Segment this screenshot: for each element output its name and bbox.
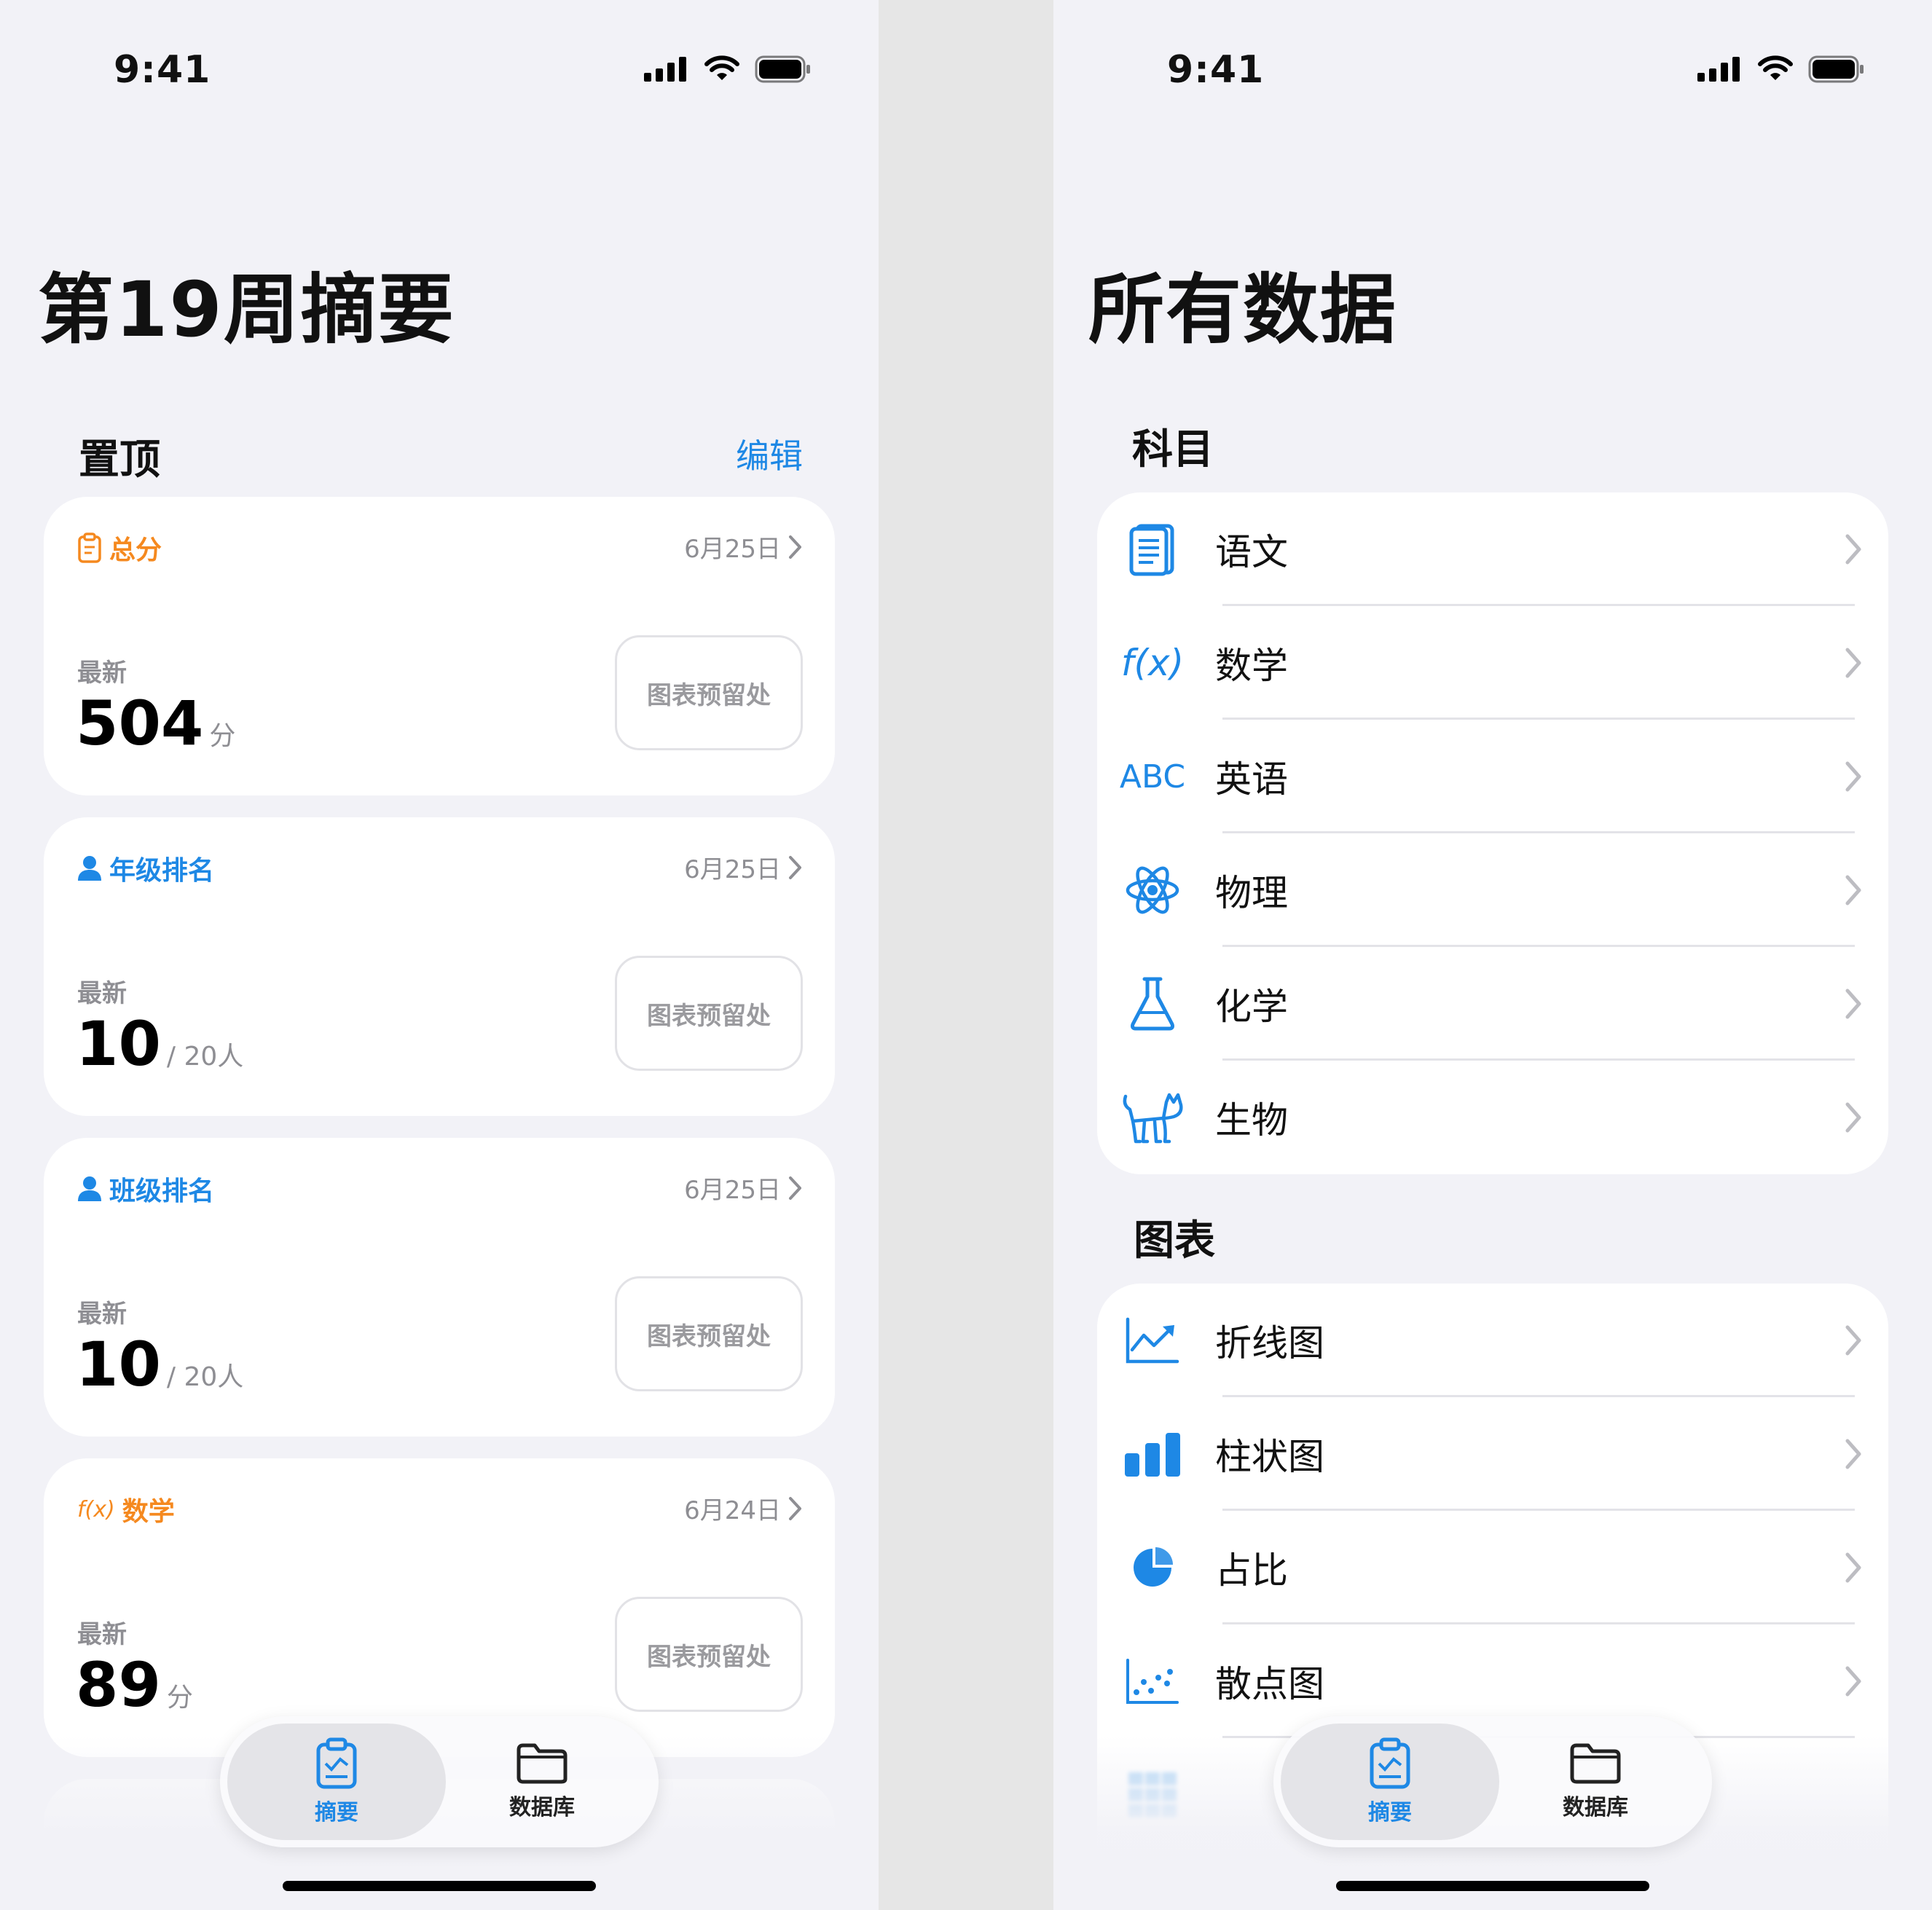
page-title: 第19周摘要	[38, 265, 455, 354]
home-indicator	[283, 1881, 596, 1891]
clipboard-chart-icon	[316, 1737, 357, 1789]
wifi-icon	[704, 55, 739, 80]
clipboard-icon	[78, 532, 101, 563]
function-icon: f(x)	[77, 1496, 115, 1522]
battery-icon	[1808, 55, 1864, 83]
subjects-section-title: 科目	[1132, 426, 1214, 473]
scatter-chart-icon	[1126, 1659, 1179, 1704]
latest-label: 最新	[77, 1620, 127, 1649]
chevron-right-icon	[789, 855, 801, 879]
tab-database[interactable]: 数据库	[1486, 1724, 1705, 1840]
tab-bar: 摘要 数据库	[220, 1716, 659, 1847]
clipboard-chart-icon	[1370, 1737, 1410, 1789]
card-value: 504 分	[76, 688, 236, 759]
pinned-card-total-score[interactable]: 总分 6月25日 最新 504 分 图表预留处	[44, 497, 835, 795]
card-value: 10/ 20人	[76, 1329, 244, 1400]
latest-label: 最新	[77, 979, 127, 1008]
chevron-right-icon	[1845, 875, 1861, 905]
folder-icon	[517, 1743, 568, 1784]
list-item-biology[interactable]: 生物	[1097, 1061, 1888, 1174]
chart-placeholder: 图表预留处	[615, 1276, 803, 1391]
bar-chart-icon	[1125, 1433, 1180, 1477]
chevron-right-icon	[1845, 989, 1861, 1019]
atom-icon	[1126, 866, 1179, 914]
edit-button[interactable]: 编辑	[736, 430, 803, 478]
chevron-right-icon	[1845, 1666, 1861, 1697]
page-title: 所有数据	[1088, 265, 1398, 354]
chart-placeholder: 图表预留处	[615, 1597, 803, 1712]
chart-placeholder: 图表预留处	[615, 635, 803, 750]
cellular-signal-icon	[1697, 57, 1740, 82]
card-value: 10/ 20人	[76, 1008, 244, 1080]
summary-screen: 9:41 第19周摘要 置顶 编辑 总分 6月25日 最新 504 分 图表预留处…	[0, 0, 879, 1910]
charts-section-title: 图表	[1134, 1217, 1215, 1265]
database-screen: 9:41 所有数据 科目 语文 f(x) 数学 ABC 英语 物理 化学 生物 …	[1053, 0, 1932, 1910]
card-title: 总分	[109, 535, 162, 565]
chevron-right-icon	[789, 1176, 801, 1200]
list-item-chinese[interactable]: 语文	[1097, 492, 1888, 606]
subjects-list: 语文 f(x) 数学 ABC 英语 物理 化学 生物	[1097, 492, 1888, 1174]
card-date[interactable]: 6月25日	[684, 849, 803, 885]
folder-icon	[1570, 1743, 1621, 1784]
chevron-right-icon	[1845, 761, 1861, 792]
status-time: 9:41	[114, 48, 211, 92]
function-icon: f(x)	[1120, 642, 1185, 684]
wifi-icon	[1758, 55, 1793, 80]
home-indicator	[1336, 1881, 1649, 1891]
battery-icon	[755, 55, 810, 83]
list-item-bar-chart[interactable]: 柱状图	[1097, 1397, 1888, 1511]
card-date[interactable]: 6月25日	[684, 1170, 803, 1206]
pinned-section-title: 置顶	[79, 436, 160, 484]
tab-summary[interactable]: 摘要	[1281, 1724, 1499, 1840]
status-time: 9:41	[1167, 48, 1265, 92]
chart-placeholder: 图表预留处	[615, 956, 803, 1071]
pie-chart-icon	[1134, 1547, 1173, 1587]
list-item-line-chart[interactable]: 折线图	[1097, 1284, 1888, 1397]
card-title: 年级排名	[109, 856, 215, 886]
cellular-signal-icon	[644, 57, 686, 82]
status-bar: 9:41	[0, 0, 879, 146]
latest-label: 最新	[77, 1300, 127, 1329]
card-date[interactable]: 6月24日	[684, 1490, 803, 1526]
flask-icon	[1131, 977, 1174, 1031]
pinned-card-math[interactable]: f(x) 数学 6月24日 最新 89 分 图表预留处	[44, 1458, 835, 1757]
status-bar: 9:41	[1053, 0, 1932, 146]
list-item-math[interactable]: f(x) 数学	[1097, 606, 1888, 720]
pinned-card-grade-rank[interactable]: 年级排名 6月25日 最新 10/ 20人 图表预留处	[44, 817, 835, 1116]
list-item-chemistry[interactable]: 化学	[1097, 947, 1888, 1061]
line-chart-icon	[1126, 1317, 1179, 1364]
chevron-right-icon	[1845, 534, 1861, 565]
list-item-pie-chart[interactable]: 占比	[1097, 1511, 1888, 1624]
document-icon	[1129, 524, 1174, 576]
pinned-card-class-rank[interactable]: 班级排名 6月25日 最新 10/ 20人 图表预留处	[44, 1138, 835, 1437]
chevron-right-icon	[1845, 1325, 1861, 1356]
card-date[interactable]: 6月25日	[684, 529, 803, 565]
cat-icon	[1123, 1093, 1183, 1144]
card-title: 数学	[122, 1497, 175, 1527]
person-icon	[78, 1176, 101, 1201]
card-value: 89 分	[76, 1649, 193, 1721]
chevron-right-icon	[1845, 648, 1861, 678]
chevron-right-icon	[789, 535, 801, 559]
tab-summary[interactable]: 摘要	[227, 1724, 446, 1840]
person-icon	[78, 856, 101, 881]
chevron-right-icon	[1845, 1439, 1861, 1469]
chevron-right-icon	[789, 1496, 801, 1520]
latest-label: 最新	[77, 659, 127, 688]
list-item-english[interactable]: ABC 英语	[1097, 720, 1888, 833]
chevron-right-icon	[1845, 1552, 1861, 1583]
abc-icon: ABC	[1119, 758, 1186, 795]
card-title: 班级排名	[109, 1176, 215, 1206]
chevron-right-icon	[1845, 1102, 1861, 1133]
tab-database[interactable]: 数据库	[433, 1724, 651, 1840]
list-item-physics[interactable]: 物理	[1097, 833, 1888, 947]
tab-bar: 摘要 数据库	[1273, 1716, 1712, 1847]
